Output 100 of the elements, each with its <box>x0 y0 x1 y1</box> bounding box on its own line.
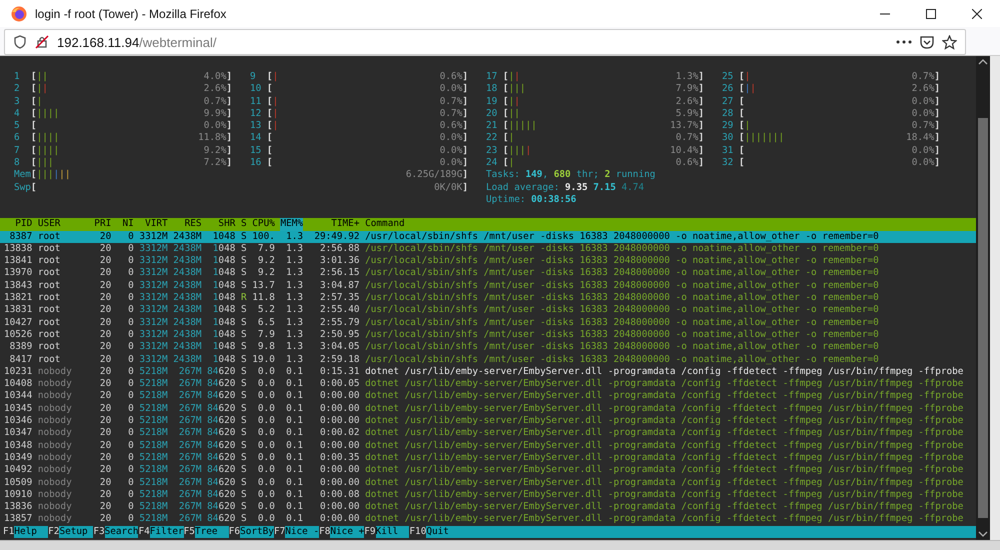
process-row[interactable]: 10345 nobody 20 0 5218M 267M 84620 S 0.0 0.1 0:00.00 dotnet /usr/lib/emby-server/EmbyServer.dll -programdata /config -ffdetect -ffmpeg /usr/bin/ffmpeg -ffprobe <box>0 402 976 416</box>
process-row[interactable]: 10526 root 20 0 3312M 2438M 1048 S 7.9 1.3 2:50.95 /usr/local/sbin/shfs /mnt/user -disks 16383 2048000000 -o noatime,allow_other -o remember=0 <box>0 328 976 342</box>
table-cell: 84620 <box>207 452 236 464</box>
table-cell-text: 20 <box>98 292 112 304</box>
table-cell: 3312M <box>139 341 168 354</box>
key-number: F2 <box>48 526 60 538</box>
process-row[interactable]: 13838 root 20 0 3312M 2438M 1048 S 7.9 1.3 2:56.88 /usr/local/sbin/shfs /mnt/user -disks 16383 2048000000 -o noatime,allow_other -o remember=0 <box>0 242 976 256</box>
scrollbar-thumb[interactable] <box>978 118 988 518</box>
table-cell-text: 1.3 <box>285 316 304 329</box>
star-icon[interactable] <box>942 34 957 50</box>
process-row[interactable]: 10231 nobody 20 0 5218M 267M 84620 S 0.0 0.1 0:15.31 dotnet /usr/lib/emby-server/EmbyServer.dll -programdata /config -ffdetect -ffmpeg /usr/bin/ffmpeg -ffprobe <box>0 366 976 378</box>
process-row[interactable]: 10408 nobody 20 0 5218M 267M 84620 S 0.0 0.1 0:00.05 dotnet /usr/lib/emby-server/EmbyServer.dll -programdata /config -ffdetect -ffmpeg /usr/bin/ffmpeg -ffprobe <box>0 378 976 390</box>
table-cell: /usr/local/sbin/shfs /mnt/user -disks 16383 2048000000 -o noatime,allow_other -o remember=0 <box>365 316 879 329</box>
column-header[interactable]: Command <box>365 218 970 231</box>
process-row[interactable]: 10509 nobody 20 0 5218M 267M 84620 S 0.0 0.1 0:00.00 dotnet /usr/lib/emby-server/EmbyServer.dll -programdata /config -ffdetect -ffmpeg /usr/bin/ffmpeg -ffprobe <box>0 476 976 489</box>
table-cell: 10345 <box>4 402 32 416</box>
table-cell-text: 2:55.40 <box>318 304 360 317</box>
process-row[interactable]: 10347 nobody 20 0 5218M 267M 84620 S 0.0 0.1 0:00.02 dotnet /usr/lib/emby-server/EmbyServer.dll -programdata /config -ffdetect -ffmpeg /usr/bin/ffmpeg -ffprobe <box>0 427 976 440</box>
process-row[interactable]: 13857 nobody 20 0 5218M 267M 84620 S 0.0 0.1 0:00.00 dotnet /usr/lib/emby-server/EmbyServer.dll -programdata /config -ffdetect -ffmpeg /usr/bin/ffmpeg -ffprobe <box>0 513 976 526</box>
process-row[interactable]: 8387 root 20 0 3312M 2438M 1048 S 100. 1.3 29:49.92 /usr/local/sbin/shfs /mnt/user -disks 16383 2048000000 -o noatime,allow_other -o remember=0 <box>0 230 976 243</box>
column-header[interactable]: NI <box>116 218 134 231</box>
table-cell: /usr/local/sbin/shfs /mnt/user -disks 16383 2048000000 -o noatime,allow_other -o remember=0 <box>365 280 879 292</box>
function-button[interactable]: Search <box>104 526 138 538</box>
function-button[interactable]: Quit <box>426 526 976 538</box>
table-cell: dotnet /usr/lib/emby-server/EmbyServer.dll -programdata /config -ffdetect -ffmpeg /usr/bin/ffmpeg -ffprobe <box>365 366 964 378</box>
table-cell-text: 0 <box>127 415 134 428</box>
table-cell-text: 2:55.79 <box>318 316 360 329</box>
process-row[interactable]: 10348 nobody 20 0 5218M 267M 84620 S 0.0 0.1 0:00.00 dotnet /usr/lib/emby-server/EmbyServer.dll -programdata /config -ffdetect -ffmpeg /usr/bin/ffmpeg -ffprobe <box>0 440 976 452</box>
meter-reading: 0.0% <box>912 144 934 158</box>
table-cell-text: 0.1 <box>285 402 304 416</box>
table-cell: 2438M <box>173 292 202 304</box>
table-cell: 3312M <box>139 354 168 366</box>
chevron-badge-icon[interactable] <box>920 35 934 49</box>
table-cell-text: 0.0 <box>256 390 275 403</box>
column-header[interactable]: TIME+ <box>308 218 360 231</box>
bar-text: ||| <box>508 144 526 158</box>
process-row[interactable]: 8389 root 20 0 3312M 2438M 1048 S 9.8 1.3 3:04.05 /usr/local/sbin/shfs /mnt/user -disks 16383 2048000000 -o noatime,allow_other -o remember=0 <box>0 341 976 354</box>
table-cell: 5218M <box>139 402 168 416</box>
process-row[interactable]: 10349 nobody 20 0 5218M 267M 84620 S 0.0 0.1 0:00.35 dotnet /usr/lib/emby-server/EmbyServer.dll -programdata /config -ffdetect -ffmpeg /usr/bin/ffmpeg -ffprobe <box>0 452 976 464</box>
table-cell-text: 0.0 <box>256 488 275 502</box>
meter-label: 30 <box>722 132 734 145</box>
meter-bracket: [ <box>738 120 745 132</box>
column-header[interactable]: VIRT <box>139 218 168 231</box>
browser-logo-icon <box>11 6 27 22</box>
meter-bracket: [ <box>30 182 37 194</box>
function-button[interactable]: Nice + <box>330 526 364 538</box>
process-row[interactable]: 13831 root 20 0 3312M 2438M 1048 S 5.2 1.3 2:55.40 /usr/local/sbin/shfs /mnt/user -disks 16383 2048000000 -o noatime,allow_other -o remember=0 <box>0 304 976 317</box>
meter-bracket: ] <box>226 144 232 158</box>
table-cell: /usr/local/sbin/shfs /mnt/user -disks 16383 2048000000 -o noatime,allow_other -o remember=0 <box>365 341 879 354</box>
function-button[interactable]: SortBy <box>240 526 274 538</box>
table-cell-text: 1048 <box>212 304 236 317</box>
meter-label: 22 <box>486 132 498 145</box>
key-number: F10 <box>409 526 426 538</box>
table-cell-text: root <box>38 267 62 280</box>
table-cell-text: 20 <box>98 354 112 366</box>
column-header[interactable]: SHR <box>207 218 236 231</box>
meter-bracket: ] <box>698 108 704 120</box>
meter-reading: 18.4% <box>906 132 934 145</box>
table-cell-text: nobody <box>38 366 73 378</box>
column-header[interactable]: USER <box>38 218 89 231</box>
process-row[interactable]: 13821 root 20 0 3312M 2438M 1048 R 11.8 1.3 2:57.35 /usr/local/sbin/shfs /mnt/user -disks 16383 2048000000 -o noatime,allow_other -o remember=0 <box>0 292 976 304</box>
process-row[interactable]: 13843 root 20 0 3312M 2438M 1048 S 13.7 1.3 3:04.87 /usr/local/sbin/shfs /mnt/user -disks 16383 2048000000 -o noatime,allow_other -o remember=0 <box>0 280 976 292</box>
function-button[interactable]: Filter <box>150 526 184 538</box>
function-button[interactable]: Kill <box>376 526 410 538</box>
function-button[interactable]: Setup <box>59 526 94 538</box>
table-cell-text: 0:00.00 <box>318 464 360 476</box>
process-row[interactable]: 13970 root 20 0 3312M 2438M 1048 S 9.2 1.3 2:56.15 /usr/local/sbin/shfs /mnt/user -disks 16383 2048000000 -o noatime,allow_other -o remember=0 <box>0 267 976 280</box>
process-row[interactable]: 13836 nobody 20 0 5218M 267M 84620 S 0.0 0.1 0:00.00 dotnet /usr/lib/emby-server/EmbyServer.dll -programdata /config -ffdetect -ffmpeg /usr/bin/ffmpeg -ffprobe <box>0 501 976 514</box>
process-row[interactable]: 8417 root 20 0 3312M 2438M 1048 S 19.0 1.3 2:59.18 /usr/local/sbin/shfs /mnt/user -disks 16383 2048000000 -o noatime,allow_other -o remember=0 <box>0 354 976 366</box>
column-header[interactable]: CPU% <box>252 218 275 231</box>
process-row[interactable]: 13841 root 20 0 3312M 2438M 1048 S 9.2 1.3 3:01.36 /usr/local/sbin/shfs /mnt/user -disks 16383 2048000000 -o noatime,allow_other -o remember=0 <box>0 255 976 268</box>
column-header[interactable]: S <box>241 218 247 231</box>
function-button[interactable]: Help <box>14 526 48 538</box>
process-row[interactable]: 10492 nobody 20 0 5218M 267M 84620 S 0.0 0.1 0:00.00 dotnet /usr/lib/emby-server/EmbyServer.dll -programdata /config -ffdetect -ffmpeg /usr/bin/ffmpeg -ffprobe <box>0 464 976 476</box>
column-header[interactable]: PRI <box>94 218 112 231</box>
meter-label: 25 <box>722 71 734 84</box>
table-cell-text: 0.0 <box>256 452 275 464</box>
column-header[interactable]: MEM% <box>280 218 304 231</box>
column-header[interactable]: RES <box>173 218 202 231</box>
table-cell: dotnet /usr/lib/emby-server/EmbyServer.dll -programdata /config -ffdetect -ffmpeg /usr/bin/ffmpeg -ffprobe <box>365 476 964 489</box>
meter-reading: 9.2% <box>204 144 226 158</box>
process-row[interactable]: 10910 nobody 20 0 5218M 267M 84620 S 0.0 0.1 0:00.08 dotnet /usr/lib/emby-server/EmbyServer.dll -programdata /config -ffdetect -ffmpeg /usr/bin/ffmpeg -ffprobe <box>0 488 976 502</box>
table-cell-text: 0.0 <box>256 415 275 428</box>
function-button[interactable]: Nice - <box>285 526 320 538</box>
meter-bracket: [ <box>30 108 37 120</box>
meter-bracket: [ <box>266 96 273 108</box>
process-row[interactable]: 10427 root 20 0 3312M 2438M 1048 S 6.5 1.3 2:55.79 /usr/local/sbin/shfs /mnt/user -disks 16383 2048000000 -o noatime,allow_other -o remember=0 <box>0 316 976 329</box>
table-cell: S <box>241 464 247 476</box>
bar-text: | <box>272 120 278 132</box>
column-header[interactable]: PID <box>4 218 32 231</box>
process-row[interactable]: 10346 nobody 20 0 5218M 267M 84620 S 0.0 0.1 0:00.00 dotnet /usr/lib/emby-server/EmbyServer.dll -programdata /config -ffdetect -ffmpeg /usr/bin/ffmpeg -ffprobe <box>0 415 976 428</box>
table-cell-text: 0.0 <box>256 378 275 390</box>
table-cell: 13821 <box>4 292 32 304</box>
table-cell-text: 0 <box>127 390 134 403</box>
function-button[interactable]: Tree <box>194 526 229 538</box>
meter-bracket: ] <box>698 96 704 108</box>
meter-reading: 6.25G/189G <box>406 169 462 182</box>
address-field[interactable]: 192.168.11.94/webterminal/ <box>4 29 966 55</box>
process-row[interactable]: 10344 nobody 20 0 5218M 267M 84620 S 0.0 0.1 0:00.00 dotnet /usr/lib/emby-server/EmbyServer.dll -programdata /config -ffdetect -ffmpeg /usr/bin/ffmpeg -ffprobe <box>0 390 976 403</box>
table-cell-text: 1.3 <box>285 255 304 268</box>
